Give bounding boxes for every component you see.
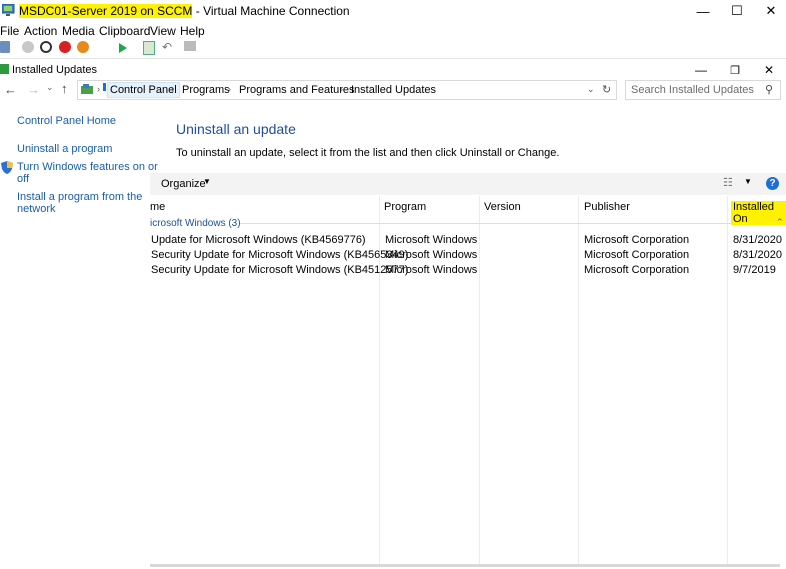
breadcrumb[interactable]: › Control Panel › Programs › Programs an… (77, 80, 617, 100)
breadcrumb-programs-and-features[interactable]: Programs and Features (239, 84, 355, 96)
start-icon[interactable] (22, 41, 34, 53)
search-icon[interactable]: ⚲ (765, 83, 773, 96)
vm-window-title: MSDC01-Server 2019 on SCCM - Virtual Mac… (19, 4, 350, 18)
row-installed-on: 9/7/2019 (733, 264, 776, 276)
breadcrumb-separator-icon: › (97, 84, 100, 94)
explorer-window-title: Installed Updates (12, 64, 97, 76)
search-input[interactable]: Search Installed Updates (631, 84, 754, 96)
windows-features-link[interactable]: Turn Windows features on or (17, 161, 158, 173)
explorer-titlebar: Installed Updates — ❐ ✕ (0, 58, 786, 81)
column-header-publisher[interactable]: Publisher (584, 201, 630, 213)
horizontal-scrollbar[interactable] (150, 564, 780, 567)
view-dropdown-icon[interactable]: ▼ (744, 177, 752, 186)
table-row[interactable]: Security Update for Microsoft Windows (K… (150, 264, 786, 280)
uninstall-program-link[interactable]: Uninstall a program (17, 143, 112, 155)
control-panel-icon (81, 84, 93, 94)
vm-connection-icon (2, 4, 15, 16)
row-installed-on: 8/31/2020 (733, 249, 782, 261)
control-panel-home-link[interactable]: Control Panel Home (17, 115, 116, 127)
explorer-close-button[interactable]: ✕ (752, 59, 786, 81)
revert-icon[interactable]: ↶ (162, 40, 172, 54)
address-dropdown-icon[interactable]: ⌄ (587, 84, 595, 95)
search-box[interactable]: Search Installed Updates ⚲ (625, 80, 781, 100)
recent-dropdown-icon[interactable]: ⌄ (46, 82, 54, 93)
column-header-version[interactable]: Version (484, 201, 521, 213)
install-from-network-link[interactable]: Install a program from the (17, 191, 142, 203)
save-icon[interactable] (77, 41, 89, 53)
page-title: Uninstall an update (176, 121, 296, 137)
view-options-icon[interactable]: ☷ (723, 176, 733, 189)
table-row[interactable]: Update for Microsoft Windows (KB4569776)… (150, 234, 786, 250)
row-installed-on: 8/31/2020 (733, 234, 782, 246)
vm-titlebar: MSDC01-Server 2019 on SCCM - Virtual Mac… (0, 0, 786, 22)
resume-icon[interactable] (119, 43, 127, 53)
row-name: Security Update for Microsoft Windows (K… (151, 264, 409, 276)
menu-clipboard[interactable]: Clipboard (99, 24, 150, 38)
organize-button[interactable]: Organize (161, 178, 206, 190)
row-publisher: Microsoft Corporation (584, 234, 690, 246)
organize-dropdown-icon[interactable]: ▼ (203, 177, 211, 186)
back-arrow-icon[interactable]: ← (4, 82, 17, 97)
breadcrumb-separator-icon: › (171, 84, 174, 94)
row-program: Microsoft Windows (385, 234, 478, 246)
forward-arrow-icon[interactable]: → (27, 82, 40, 97)
minimize-button[interactable]: — (686, 0, 720, 22)
windows-features-link-cont[interactable]: off (17, 173, 29, 185)
row-name: Update for Microsoft Windows (KB4569776) (151, 234, 366, 246)
maximize-button[interactable]: ☐ (720, 0, 754, 22)
vm-toolbar: ↶ (0, 40, 786, 91)
column-header-program[interactable]: Program (384, 201, 426, 213)
breadcrumb-separator-icon: › (228, 84, 231, 94)
breadcrumb-separator-icon: › (340, 84, 343, 94)
installed-updates-icon (0, 64, 9, 74)
group-divider (240, 223, 776, 224)
breadcrumb-installed-updates[interactable]: Installed Updates (351, 84, 436, 96)
help-icon[interactable]: ? (766, 177, 779, 190)
breadcrumb-control-panel[interactable]: Control Panel (107, 82, 180, 98)
up-arrow-icon[interactable]: ↑ (61, 81, 68, 96)
column-header-name[interactable]: me (150, 201, 165, 213)
shield-icon (1, 161, 13, 174)
checkpoint-icon[interactable] (143, 41, 155, 55)
collapse-icon[interactable]: ⌃ (776, 217, 784, 228)
row-program: Microsoft Windows (385, 264, 478, 276)
vm-name: MSDC01-Server 2019 on SCCM (19, 4, 193, 18)
vm-title-suffix: - Virtual Machine Connection (192, 4, 350, 18)
menu-file[interactable]: File (0, 24, 19, 38)
explorer-restore-button[interactable]: ❐ (718, 59, 752, 81)
explorer-minimize-button[interactable]: — (684, 59, 718, 81)
row-program: Microsoft Windows (385, 249, 478, 261)
install-from-network-link-cont[interactable]: network (17, 203, 56, 215)
turn-off-icon[interactable] (40, 41, 52, 53)
ctrl-alt-del-icon[interactable] (0, 41, 10, 53)
row-publisher: Microsoft Corporation (584, 249, 690, 261)
breadcrumb-programs[interactable]: Programs (182, 84, 230, 96)
enhanced-session-icon[interactable] (184, 41, 196, 51)
table-row[interactable]: Security Update for Microsoft Windows (K… (150, 249, 786, 265)
refresh-icon[interactable]: ↻ (602, 83, 611, 96)
row-name: Security Update for Microsoft Windows (K… (151, 249, 409, 261)
row-publisher: Microsoft Corporation (584, 264, 690, 276)
close-button[interactable]: ✕ (754, 0, 786, 22)
menu-help[interactable]: Help (180, 24, 205, 38)
page-description: To uninstall an update, select it from t… (176, 147, 560, 159)
group-header[interactable]: icrosoft Windows (3) (150, 218, 241, 229)
shutdown-icon[interactable] (59, 41, 71, 53)
menu-media[interactable]: Media (62, 24, 95, 38)
vm-menubar: File Action Media Clipboard View Help (0, 22, 786, 40)
menu-action[interactable]: Action (24, 24, 57, 38)
menu-view[interactable]: View (150, 24, 176, 38)
command-bar: Organize ▼ ☷ ▼ ? (150, 173, 786, 195)
